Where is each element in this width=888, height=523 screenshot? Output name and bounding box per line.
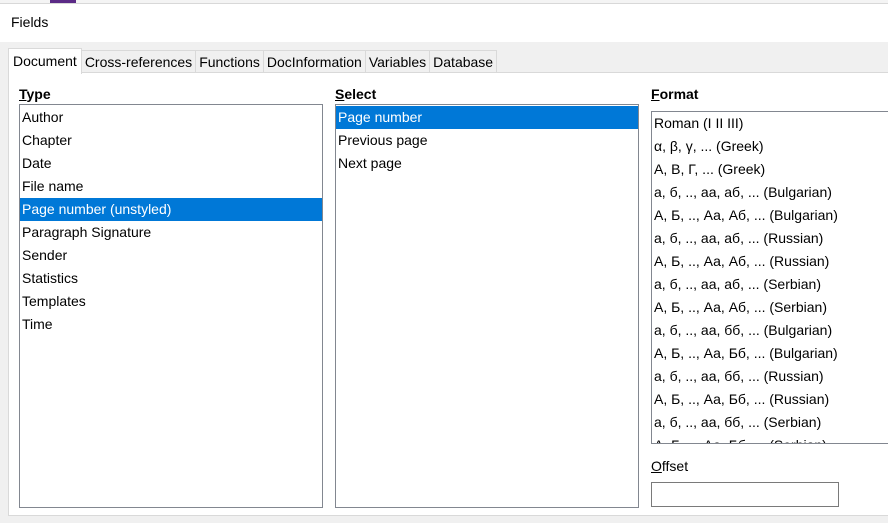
format-list-item[interactable]: Roman (I II III) (652, 112, 888, 135)
select-label: Select (335, 86, 377, 102)
format-list-item[interactable]: а, б, .., аа, бб, ... (Russian) (652, 365, 888, 388)
format-list-item[interactable]: α, β, γ, ... (Greek) (652, 135, 888, 158)
format-list-item[interactable]: А, Б, .., Аа, Бб, ... (Serbian) (652, 434, 888, 443)
tab-database[interactable]: Database (429, 50, 498, 73)
type-list-item[interactable]: Author (20, 106, 322, 129)
offset-label: Offset (651, 458, 689, 474)
format-list-item[interactable]: а, б, .., аа, аб, ... (Serbian) (652, 273, 888, 296)
format-list-item[interactable]: а, б, .., аа, бб, ... (Serbian) (652, 411, 888, 434)
type-listbox[interactable]: Author Chapter Date File name Page number (u… (19, 104, 323, 508)
format-list-item[interactable]: а, б, .., аа, аб, ... (Bulgarian) (652, 181, 888, 204)
tab-functions[interactable]: Functions (195, 50, 264, 73)
format-list-item[interactable]: А, Б, .., Аа, Аб, ... (Russian) (652, 250, 888, 273)
type-list-item[interactable]: Date (20, 152, 322, 175)
type-list-item[interactable]: Statistics (20, 267, 322, 290)
type-label: Type (19, 86, 51, 102)
type-list-item[interactable]: Time (20, 313, 322, 336)
tab-variables[interactable]: Variables (364, 50, 431, 73)
format-list-item[interactable]: А, Б, .., Аа, Бб, ... (Bulgarian) (652, 342, 888, 365)
tab-docinformation[interactable]: DocInformation (262, 50, 366, 73)
tab-cross-references[interactable]: Cross-references (80, 50, 197, 73)
type-list-item[interactable]: Paragraph Signature (20, 221, 322, 244)
type-list-item[interactable]: Chapter (20, 129, 322, 152)
tab-bar: Document Cross-references Functions DocI… (8, 48, 498, 74)
format-list-item[interactable]: А, Б, .., Аа, Аб, ... (Serbian) (652, 296, 888, 319)
select-listbox[interactable]: Page number Previous page Next page (335, 104, 639, 508)
type-list-item[interactable]: Templates (20, 290, 322, 313)
dialog-title: Fields (11, 14, 49, 30)
offset-input[interactable] (651, 482, 839, 507)
format-list-item[interactable]: а, б, .., аа, аб, ... (Russian) (652, 227, 888, 250)
tab-document[interactable]: Document (8, 48, 82, 74)
format-list-item[interactable]: А, Б, .., Аа, Аб, ... (Bulgarian) (652, 204, 888, 227)
format-list-item[interactable]: А, Б, .., Аа, Бб, ... (Russian) (652, 388, 888, 411)
type-list-item[interactable]: Page number (unstyled) (20, 198, 322, 221)
type-list-item[interactable]: Sender (20, 244, 322, 267)
format-list-item[interactable]: а, б, .., аа, бб, ... (Bulgarian) (652, 319, 888, 342)
format-label: Format (651, 86, 699, 102)
title-bar: Fields (0, 4, 888, 42)
format-list-item[interactable]: Α, Β, Γ, ... (Greek) (652, 158, 888, 181)
select-list-item[interactable]: Next page (336, 152, 638, 175)
format-listbox[interactable]: Roman (I II III) α, β, γ, ... (Greek) Α, Β… (651, 111, 888, 444)
select-list-item[interactable]: Previous page (336, 129, 638, 152)
select-list-item[interactable]: Page number (336, 106, 638, 129)
type-list-item[interactable]: File name (20, 175, 322, 198)
